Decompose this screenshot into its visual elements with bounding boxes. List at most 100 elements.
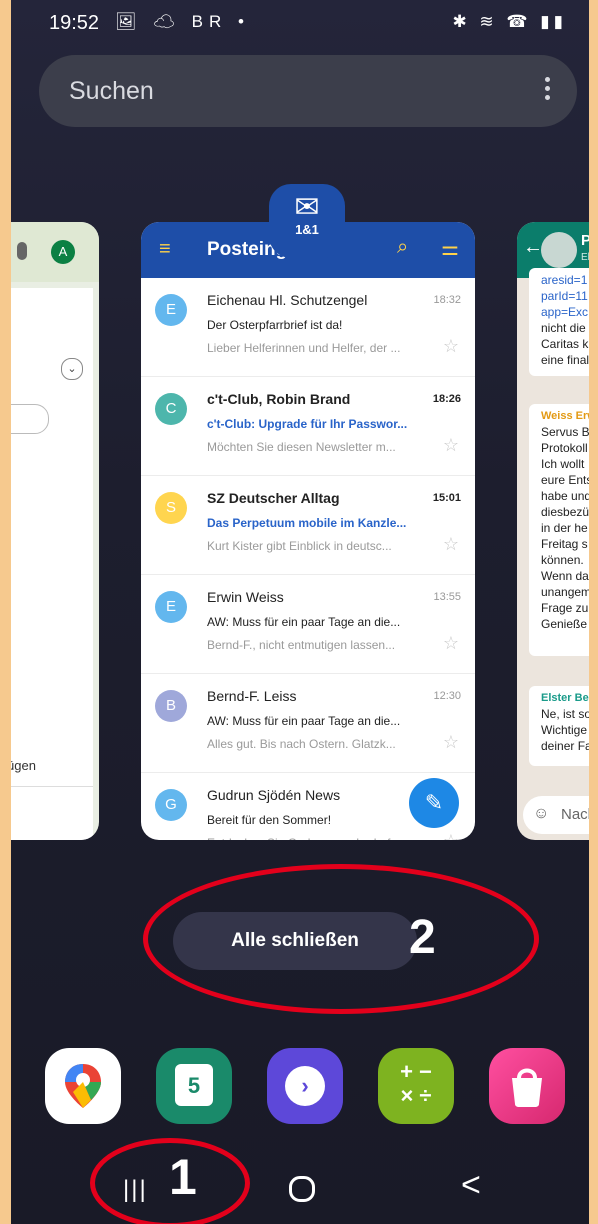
more-vertical-icon[interactable] — [539, 73, 555, 109]
mail-preview: Möchten Sie diesen Newsletter m... — [207, 440, 396, 454]
group-avatar — [541, 232, 577, 268]
annotation-number-2: 2 — [409, 911, 436, 964]
chat-subtitle: Els — [581, 252, 589, 263]
message-author: Weiss Erw — [541, 410, 589, 422]
app-dock: 5 › + − × ÷ — [45, 1048, 579, 1124]
message-line: Ne, ist so — [541, 707, 589, 721]
sender-avatar: C — [155, 393, 187, 425]
back-button[interactable]: < — [461, 1166, 481, 1205]
maps-row-text: ügen — [11, 758, 36, 773]
sender-avatar: E — [155, 294, 187, 326]
whatsapp-app-card[interactable]: ← PG Els aresid=1 parId=11 app=Exc nicht di… — [517, 222, 589, 840]
message-line: können. — [541, 553, 584, 567]
message-line: Ich wollt — [541, 457, 585, 471]
message-line: eine final — [541, 353, 589, 367]
mail-subject: Der Osterpfarrbrief ist da! — [207, 318, 343, 332]
chevron-down-icon: ⌄ — [61, 358, 83, 380]
message-input[interactable]: ☺ Nach — [523, 796, 589, 834]
message-line: app=Exc — [541, 305, 589, 319]
message-line: eure Ents — [541, 473, 589, 487]
message-line: in der he — [541, 521, 588, 535]
galaxy-store-app-icon[interactable] — [489, 1048, 565, 1124]
message-line: Wenn da — [541, 569, 589, 583]
star-icon[interactable]: ☆ — [443, 336, 459, 357]
message-line: Servus B — [541, 425, 589, 439]
filter-icon: ⚌ — [441, 238, 459, 260]
chat-name: PG — [581, 232, 589, 249]
message-line: diesbezü — [541, 505, 589, 519]
message-line: Genieße — [541, 617, 588, 631]
sender-avatar: S — [155, 492, 187, 524]
mail-sender: Eichenau Hl. Schutzengel — [207, 292, 368, 308]
calculator-app-icon[interactable]: + − × ÷ — [378, 1048, 454, 1124]
mail-list-item[interactable]: B Bernd-F. Leiss 12:30 AW: Muss für ein paa… — [141, 674, 475, 773]
annotation-circle-2 — [143, 864, 539, 1014]
maps-chip: n — [11, 404, 49, 434]
message-line: Wichtige — [541, 723, 588, 737]
mail-time: 18:32 — [433, 294, 461, 306]
mail-subject: AW: Muss für ein paar Tage an die... — [207, 714, 401, 728]
mail-subject: Das Perpetuum mobile im Kanzle... — [207, 516, 407, 530]
map-pin-icon — [65, 1064, 101, 1108]
app-badge-label: 1&1 — [295, 222, 319, 237]
sender-avatar: B — [155, 690, 187, 722]
message-line: Frage zu — [541, 601, 589, 615]
message-line: Freitag s — [541, 537, 588, 551]
mail-time: 12:30 — [433, 690, 461, 702]
mail-time: 18:26 — [432, 393, 461, 405]
sender-avatar: E — [155, 591, 187, 623]
message-bubble: Elster Ber Ne, ist so Wichtige deiner Fa — [529, 686, 589, 766]
compose-button[interactable]: ✎ — [409, 778, 459, 828]
message-line: nicht die — [541, 321, 586, 335]
message-line: unangem — [541, 585, 589, 599]
divider — [11, 786, 93, 787]
star-icon[interactable]: ☆ — [443, 435, 459, 456]
mail-app-card[interactable]: ≡ Posteing ⌕ ⚌ E Eichenau Hl. Schutzengel… — [141, 222, 475, 840]
message-line: Protokoll — [541, 441, 588, 455]
account-avatar: A — [51, 240, 75, 264]
star-icon[interactable]: ☆ — [443, 831, 459, 840]
messages-app-icon[interactable]: › — [267, 1048, 343, 1124]
message-author: Elster Ber — [541, 692, 589, 704]
maps-search-area: A — [11, 222, 99, 282]
back-arrow-icon: ← — [523, 236, 543, 258]
mail-subject: AW: Muss für ein paar Tage an die... — [207, 615, 401, 629]
calendar-app-icon[interactable]: 5 — [156, 1048, 232, 1124]
maps-app-card[interactable]: A ⌄ n ügen — [11, 222, 99, 840]
mail-sender: Bernd-F. Leiss — [207, 688, 297, 704]
mail-app-icon-badge[interactable]: ✉ 1&1 — [269, 184, 345, 258]
message-input-placeholder: Nach — [561, 806, 589, 823]
mail-preview: Alles gut. Bis nach Ostern. Glatzk... — [207, 737, 396, 751]
maps-bottom-sheet: ⌄ n ügen — [11, 288, 93, 840]
mail-list-item[interactable]: E Erwin Weiss 13:55 AW: Muss für ein paar T… — [141, 575, 475, 674]
mail-list-item[interactable]: S SZ Deutscher Alltag 15:01 Das Perpetuum m… — [141, 476, 475, 575]
microphone-icon — [17, 242, 27, 260]
search-bar[interactable]: Suchen — [39, 55, 577, 127]
message-line: habe und — [541, 489, 589, 503]
mail-list-item[interactable]: E Eichenau Hl. Schutzengel 18:32 Der Osterp… — [141, 278, 475, 377]
system-status-icons: ✱ ≋ ☎ ▮▮ — [452, 12, 567, 31]
mail-sender: SZ Deutscher Alltag — [207, 490, 340, 506]
mail-list-item[interactable]: Cc't-Club, Robin Brand 18:26 c't-Club: Upg… — [141, 377, 475, 476]
message-line: aresid=1 — [541, 273, 588, 287]
chevron-right-icon: › — [285, 1066, 325, 1106]
mail-subject: Bereit für den Sommer! — [207, 813, 332, 827]
home-button[interactable] — [289, 1176, 315, 1202]
message-bubble: aresid=1 parId=11 app=Exc nicht die Caritas … — [529, 268, 589, 376]
mail-preview: Bernd-F., nicht entmutigen lassen... — [207, 638, 396, 652]
mail-list: E Eichenau Hl. Schutzengel 18:32 Der Osterp… — [141, 278, 475, 840]
calendar-day: 5 — [175, 1064, 213, 1106]
hamburger-menu-icon: ≡ — [159, 238, 171, 260]
search-icon: ⌕ — [397, 236, 409, 258]
star-icon[interactable]: ☆ — [443, 633, 459, 654]
message-bubble: Weiss Erw Servus B Protokoll Ich wollt eure … — [529, 404, 589, 656]
mail-time: 15:01 — [432, 492, 461, 504]
recent-apps-screen: 19:52 🖼 ☁ BR • ✱ ≋ ☎ ▮▮ Suchen A ⌄ n üge… — [11, 0, 589, 1224]
mail-subject: c't-Club: Upgrade für Ihr Passwor... — [207, 417, 408, 431]
star-icon[interactable]: ☆ — [443, 732, 459, 753]
star-icon[interactable]: ☆ — [443, 534, 459, 555]
emoji-icon: ☺ — [533, 805, 550, 822]
mail-sender: Erwin Weiss — [207, 589, 284, 605]
maps-app-icon[interactable] — [45, 1048, 121, 1124]
status-time: 19:52 — [49, 12, 100, 34]
